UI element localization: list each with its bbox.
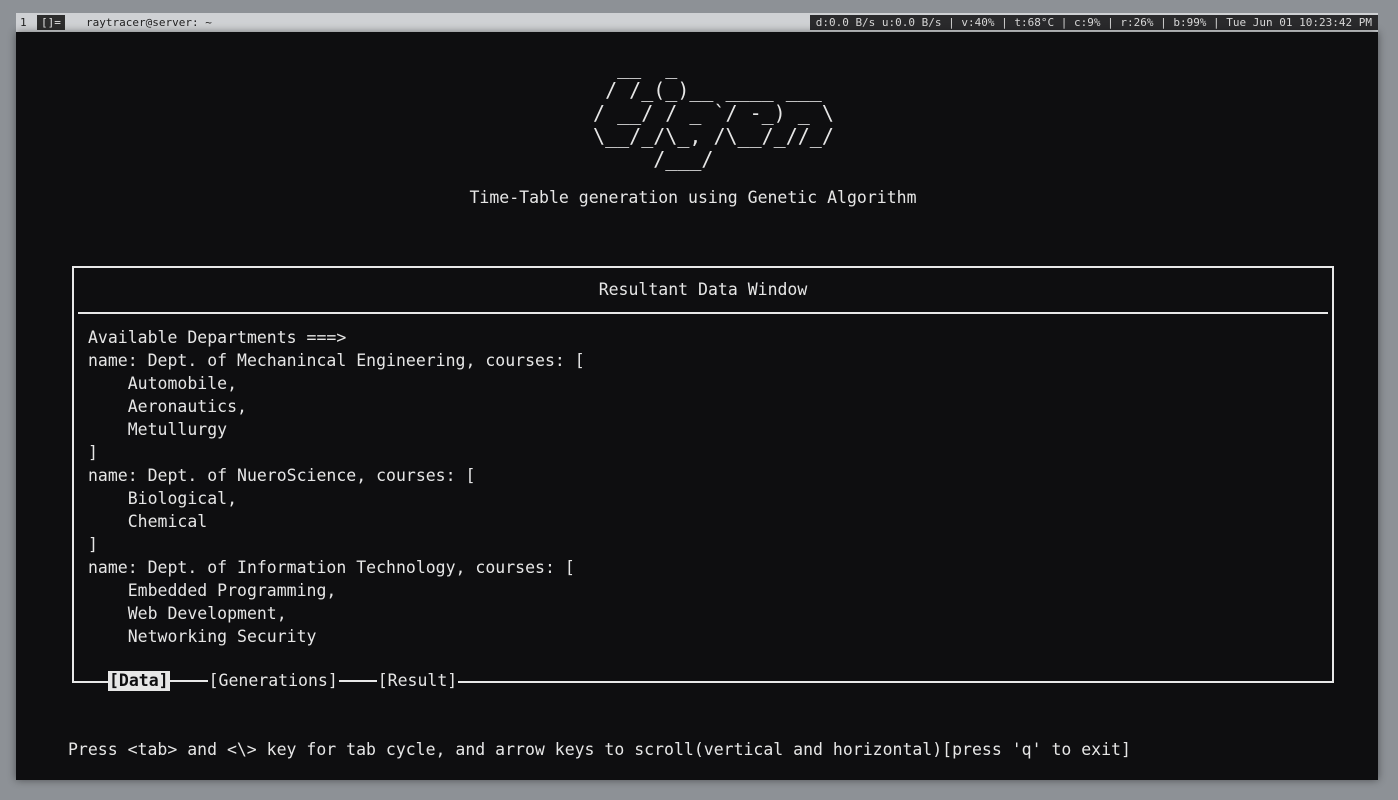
app-subtitle: Time-Table generation using Genetic Algo… bbox=[469, 188, 917, 207]
content-line: Networking Security bbox=[88, 627, 317, 646]
system-stats: d:0.0 B/s u:0.0 B/s | v:40% | t:68°C | c… bbox=[809, 15, 1378, 30]
content-line: name: Dept. of NueroScience, courses: [ bbox=[88, 466, 476, 485]
tab-bar: [Data] [Generations] [Result] bbox=[108, 670, 459, 692]
window-title: raytracer@server: ~ bbox=[86, 16, 212, 29]
content-line: ] bbox=[88, 443, 98, 462]
content-line: Web Development, bbox=[88, 604, 287, 623]
tab-data[interactable]: [Data] bbox=[108, 671, 170, 691]
tab-generations[interactable]: [Generations] bbox=[208, 671, 339, 691]
content-line: Available Departments ===> bbox=[88, 328, 347, 347]
workspace-indicator[interactable]: 1 bbox=[16, 13, 31, 32]
panel-divider bbox=[78, 312, 1328, 314]
panel-content[interactable]: Available Departments ===> name: Dept. o… bbox=[88, 326, 1322, 648]
content-line: Aeronautics, bbox=[88, 397, 247, 416]
content-line: Biological, bbox=[88, 489, 238, 508]
status-bar: 1 []= raytracer@server: ~ d:0.0 B/s u:0.… bbox=[16, 13, 1378, 32]
help-text: Press <tab> and <\> key for tab cycle, a… bbox=[68, 740, 1131, 759]
content-line: Metullurgy bbox=[88, 420, 228, 439]
content-line: Embedded Programming, bbox=[88, 581, 337, 600]
content-line: name: Dept. of Mechanincal Engineering, … bbox=[88, 351, 585, 370]
content-line: Automobile, bbox=[88, 374, 238, 393]
resultant-data-window: Resultant Data Window Available Departme… bbox=[72, 266, 1334, 692]
tab-separator bbox=[169, 680, 208, 682]
content-line: Chemical bbox=[88, 512, 208, 531]
tab-separator bbox=[338, 680, 377, 682]
content-line: name: Dept. of Information Technology, c… bbox=[88, 558, 575, 577]
terminal-window[interactable]: __ _ / /_(_)__ ____ ___ / __/ / _ `/ -_)… bbox=[16, 32, 1378, 780]
tab-result[interactable]: [Result] bbox=[377, 671, 458, 691]
content-line: ] bbox=[88, 535, 98, 554]
layout-indicator[interactable]: []= bbox=[37, 15, 65, 30]
ascii-logo: __ _ / /_(_)__ ____ ___ / __/ / _ `/ -_)… bbox=[593, 55, 834, 171]
panel-title: Resultant Data Window bbox=[598, 280, 808, 299]
